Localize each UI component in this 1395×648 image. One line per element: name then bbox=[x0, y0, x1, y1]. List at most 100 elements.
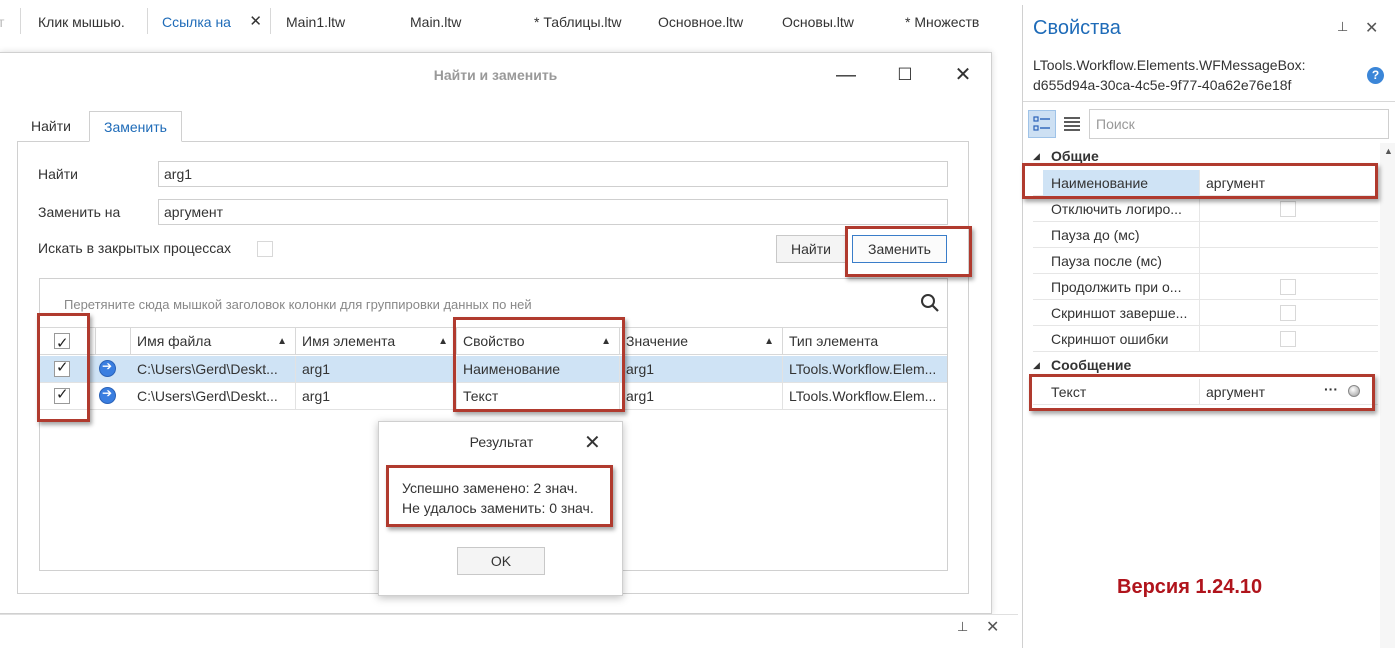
search-closed-checkbox[interactable] bbox=[257, 241, 273, 257]
pin-icon[interactable]: ⊥ bbox=[1337, 19, 1348, 35]
close-icon[interactable]: ✕ bbox=[1365, 18, 1378, 38]
section-message[interactable]: ◢ Сообщение bbox=[1023, 353, 1378, 377]
property-row[interactable]: Отключить логиро... bbox=[1033, 196, 1378, 222]
cell-property: Наименование bbox=[457, 356, 620, 382]
column-header-value[interactable]: Значение ▲ bbox=[620, 328, 783, 355]
column-header-element[interactable]: Имя элемента ▲ bbox=[296, 328, 457, 355]
property-checkbox[interactable] bbox=[1280, 201, 1296, 217]
tab-find[interactable]: Найти bbox=[17, 111, 85, 142]
close-icon[interactable]: ✕ bbox=[249, 0, 262, 44]
tab-label: * Множеств bbox=[905, 14, 980, 30]
property-row[interactable]: Пауза до (мс) bbox=[1033, 222, 1378, 248]
search-icon[interactable] bbox=[920, 293, 940, 313]
property-row[interactable]: Скриншот заверше... bbox=[1033, 300, 1378, 326]
find-input[interactable]: arg1 bbox=[158, 161, 948, 187]
row-checkbox[interactable] bbox=[54, 358, 70, 377]
replace-input[interactable]: аргумент bbox=[158, 199, 948, 225]
row-checkbox[interactable] bbox=[54, 385, 70, 404]
property-value-input[interactable] bbox=[1199, 222, 1378, 248]
categorized-view-icon[interactable] bbox=[1028, 110, 1056, 138]
close-icon[interactable]: ✕ bbox=[986, 617, 999, 637]
section-label: Сообщение bbox=[1051, 357, 1132, 373]
doc-tab-klik[interactable]: Клик мышью. bbox=[38, 0, 134, 44]
header-select-all[interactable] bbox=[40, 328, 96, 357]
divider bbox=[1023, 101, 1395, 102]
property-row-text[interactable]: Текст аргумент ··· bbox=[1033, 379, 1378, 405]
property-value-input[interactable]: аргумент ··· bbox=[1199, 379, 1378, 405]
doc-tab-osnovy[interactable]: Основы.ltw bbox=[782, 0, 882, 44]
property-row[interactable]: Продолжить при о... bbox=[1033, 274, 1378, 300]
tab-separator bbox=[147, 8, 148, 34]
alphabetical-view-icon[interactable] bbox=[1059, 110, 1087, 138]
property-row[interactable]: Пауза после (мс) bbox=[1033, 248, 1378, 274]
tab-label: Основное.ltw bbox=[658, 14, 744, 30]
doc-tab-mnozhestva[interactable]: * Множеств bbox=[905, 0, 1013, 44]
property-value[interactable] bbox=[1199, 196, 1378, 222]
property-name: Скриншот ошибки bbox=[1051, 331, 1169, 347]
column-header-property[interactable]: Свойство ▲ bbox=[457, 328, 620, 355]
navigate-arrow-icon[interactable] bbox=[99, 359, 116, 377]
search-closed-label: Искать в закрытых процессах bbox=[38, 240, 232, 256]
close-button[interactable]: ✕ bbox=[949, 63, 977, 87]
doc-tab-partial[interactable]: т bbox=[0, 0, 8, 44]
cell-file: C:\Users\Gerd\Deskt... bbox=[131, 383, 296, 409]
property-checkbox[interactable] bbox=[1280, 279, 1296, 295]
pin-icon[interactable]: ⊥ bbox=[957, 619, 968, 635]
cell-value: arg1 bbox=[620, 356, 783, 382]
replace-button[interactable]: Заменить bbox=[852, 235, 947, 263]
property-row-name[interactable]: Наименование аргумент bbox=[1033, 170, 1378, 196]
property-value[interactable] bbox=[1199, 326, 1378, 352]
doc-tab-main1[interactable]: Main1.ltw bbox=[286, 0, 386, 44]
doc-tab-osnovnoe[interactable]: Основное.ltw bbox=[658, 0, 768, 44]
minimize-button[interactable]: — bbox=[832, 63, 860, 87]
cell-element: arg1 bbox=[296, 383, 457, 409]
sort-arrow-icon: ▲ bbox=[438, 336, 448, 347]
column-label: Имя элемента bbox=[302, 333, 396, 349]
property-row[interactable]: Скриншот ошибки bbox=[1033, 326, 1378, 352]
column-header-file[interactable]: Имя файла ▲ bbox=[131, 328, 296, 355]
doc-tab-tablitsy[interactable]: * Таблицы.ltw bbox=[534, 0, 644, 44]
properties-title: Свойства bbox=[1033, 17, 1121, 39]
maximize-button[interactable]: ☐ bbox=[891, 63, 919, 87]
failure-message: Не удалось заменить: 0 знач. bbox=[402, 500, 594, 516]
table-row[interactable]: C:\Users\Gerd\Deskt... arg1 Текст arg1 L… bbox=[40, 383, 947, 410]
section-label: Общие bbox=[1051, 148, 1099, 164]
element-type: LTools.Workflow.Elements.WFMessageBox: d… bbox=[1033, 55, 1306, 95]
column-header-type[interactable]: Тип элемента bbox=[783, 328, 947, 355]
success-message: Успешно заменено: 2 знач. bbox=[402, 480, 578, 496]
cell-type: LTools.Workflow.Elem... bbox=[789, 361, 937, 377]
property-name: Отключить логиро... bbox=[1051, 201, 1182, 217]
property-value-input[interactable] bbox=[1199, 248, 1378, 274]
select-all-checkbox[interactable] bbox=[54, 330, 70, 357]
scroll-up-icon[interactable]: ▲ bbox=[1384, 146, 1393, 156]
section-general[interactable]: ◢ Общие bbox=[1023, 144, 1378, 168]
property-value-input[interactable]: аргумент bbox=[1199, 170, 1378, 196]
tab-label: т bbox=[0, 14, 5, 30]
tab-separator bbox=[20, 8, 21, 34]
collapse-icon[interactable]: ◢ bbox=[1033, 144, 1040, 168]
cell-value: arg1 bbox=[620, 383, 783, 409]
doc-tab-main[interactable]: Main.ltw bbox=[410, 0, 510, 44]
tab-label: Ссылка на bbox=[162, 14, 231, 30]
property-value[interactable] bbox=[1199, 300, 1378, 326]
property-value[interactable] bbox=[1199, 274, 1378, 300]
help-icon[interactable]: ? bbox=[1367, 67, 1384, 84]
ok-button[interactable]: OK bbox=[457, 547, 545, 575]
table-row[interactable]: C:\Users\Gerd\Deskt... arg1 Наименование… bbox=[40, 356, 947, 383]
column-label: Свойство bbox=[463, 333, 525, 349]
sort-arrow-icon: ▲ bbox=[601, 336, 611, 347]
doc-tab-ssylka-active[interactable]: Ссылка на ✕ bbox=[162, 0, 262, 44]
scrollbar[interactable]: ▲ bbox=[1380, 143, 1395, 648]
navigate-arrow-icon[interactable] bbox=[99, 386, 116, 404]
tab-replace[interactable]: Заменить bbox=[89, 111, 182, 142]
close-icon[interactable]: ✕ bbox=[584, 430, 601, 455]
property-checkbox[interactable] bbox=[1280, 331, 1296, 347]
collapse-icon[interactable]: ◢ bbox=[1033, 353, 1040, 377]
sort-arrow-icon: ▲ bbox=[277, 336, 287, 347]
expression-icon[interactable] bbox=[1348, 385, 1360, 397]
ellipsis-button[interactable]: ··· bbox=[1324, 376, 1338, 402]
tab-label: * Таблицы.ltw bbox=[534, 14, 622, 30]
properties-search-input[interactable]: Поиск bbox=[1089, 109, 1389, 139]
property-checkbox[interactable] bbox=[1280, 305, 1296, 321]
find-button[interactable]: Найти bbox=[776, 235, 846, 263]
